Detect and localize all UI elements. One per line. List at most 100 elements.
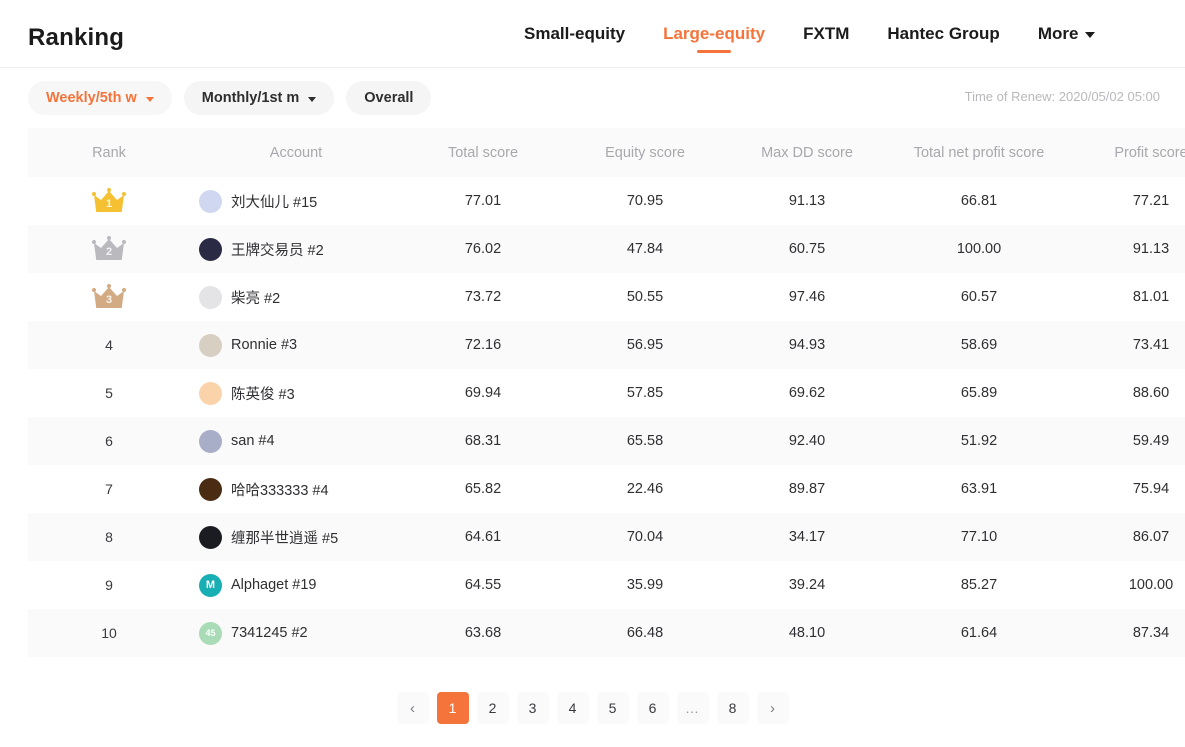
column-header-profit-score[interactable]: Profit score bbox=[1070, 128, 1185, 177]
total-net-profit-score-cell: 63.91 bbox=[960, 481, 998, 497]
nav-tab-small-equity[interactable]: Small-equity bbox=[505, 0, 644, 68]
nav-tab-fxtm[interactable]: FXTM bbox=[784, 0, 868, 68]
profit-score-cell: 81.01 bbox=[1132, 289, 1170, 305]
table-row[interactable]: 6 san #4 68.31 65.58 92.40 51.92 59.49 bbox=[28, 417, 1185, 465]
max-dd-score-cell: 39.24 bbox=[788, 577, 826, 593]
rank-number: 5 bbox=[105, 384, 113, 401]
account-name: 缠那半世逍遥 #5 bbox=[231, 530, 339, 547]
nav-tab-hantec-group[interactable]: Hantec Group bbox=[868, 0, 1018, 68]
column-header-total-score[interactable]: Total score bbox=[402, 128, 564, 177]
rank-number: 8 bbox=[105, 528, 113, 545]
account-cell[interactable]: 哈哈333333 #4 bbox=[190, 465, 402, 513]
table-row[interactable]: 2 王牌交易员 #2 76.02 47.84 60.75 100.00 91.13 bbox=[28, 225, 1185, 273]
table-row[interactable]: 4 Ronnie #3 72.16 56.95 94.93 58.69 73.41 bbox=[28, 321, 1185, 369]
column-header-equity-score[interactable]: Equity score bbox=[564, 128, 726, 177]
equity-score-cell: 50.55 bbox=[626, 289, 664, 305]
account-name: 柴亮 #2 bbox=[231, 290, 281, 307]
ranking-page: Ranking Small-equity Large-equity FXTM Hant… bbox=[0, 0, 1185, 747]
avatar bbox=[199, 429, 222, 453]
filter-chip-label: Overall bbox=[364, 90, 414, 106]
equity-score-cell: 70.04 bbox=[626, 529, 664, 545]
profit-score-cell: 87.34 bbox=[1132, 625, 1170, 641]
column-header-account[interactable]: Account bbox=[190, 128, 402, 177]
rank-cell: 8 bbox=[28, 513, 190, 561]
profit-score-cell: 77.21 bbox=[1132, 193, 1170, 209]
account-name: Ronnie #3 bbox=[231, 337, 298, 353]
pagination-page-1[interactable]: 1 bbox=[436, 692, 469, 724]
account-wrapper: 陈英俊 #3 bbox=[191, 381, 401, 405]
column-header-total-net-profit-score[interactable]: Total net profit score bbox=[888, 128, 1070, 177]
ranking-table-container: Rank Account Total score Equity score Max DD… bbox=[28, 128, 1185, 657]
active-tab-underline bbox=[697, 50, 732, 53]
pagination-page-6[interactable]: 6 bbox=[636, 692, 669, 724]
account-name: 7341245 #2 bbox=[231, 625, 308, 641]
table-row[interactable]: 7 哈哈333333 #4 65.82 22.46 89.87 63.91 75.94 bbox=[28, 465, 1185, 513]
pagination-ellipsis: … bbox=[676, 692, 709, 724]
page-title: Ranking bbox=[28, 24, 125, 51]
account-wrapper: Ronnie #3 bbox=[191, 333, 401, 357]
pagination-page-3[interactable]: 3 bbox=[516, 692, 549, 724]
filter-chip-monthly-1st-m[interactable]: Monthly/1st m bbox=[183, 81, 335, 115]
account-wrapper: 柴亮 #2 bbox=[191, 285, 401, 309]
account-cell[interactable]: M Alphaget #19 bbox=[190, 561, 402, 609]
nav-tab-label: FXTM bbox=[803, 24, 850, 43]
avatar bbox=[199, 525, 222, 549]
table-row[interactable]: 5 陈英俊 #3 69.94 57.85 69.62 65.89 88.60 bbox=[28, 369, 1185, 417]
account-cell[interactable]: 柴亮 #2 bbox=[190, 273, 402, 321]
total-net-profit-score-cell: 51.92 bbox=[960, 433, 998, 449]
rank-number: 9 bbox=[105, 576, 113, 593]
column-header-max-dd-score[interactable]: Max DD score bbox=[726, 128, 888, 177]
rank-number: 4 bbox=[105, 336, 113, 353]
pagination-page-2[interactable]: 2 bbox=[476, 692, 509, 724]
profit-score-cell: 88.60 bbox=[1132, 385, 1170, 401]
pagination-page-4[interactable]: 4 bbox=[556, 692, 589, 724]
table-row[interactable]: 1 刘大仙儿 #15 77.01 70.95 91.13 66.81 77.21 bbox=[28, 177, 1185, 225]
rank-number: 10 bbox=[101, 624, 117, 641]
pagination-page-8[interactable]: 8 bbox=[716, 692, 749, 724]
rank-cell: 1 bbox=[28, 177, 190, 225]
max-dd-score-cell: 48.10 bbox=[788, 625, 826, 641]
table-row[interactable]: 3 柴亮 #2 73.72 50.55 97.46 60.57 81.01 bbox=[28, 273, 1185, 321]
equity-score-cell: 66.48 bbox=[626, 625, 664, 641]
nav-tab-more[interactable]: More bbox=[1019, 0, 1115, 68]
account-cell[interactable]: 王牌交易员 #2 bbox=[190, 225, 402, 273]
total-score-cell: 68.31 bbox=[464, 433, 502, 449]
filter-chip-overall[interactable]: Overall bbox=[346, 81, 432, 115]
table-row[interactable]: 9 M Alphaget #19 64.55 35.99 39.24 85.27 100.00 bbox=[28, 561, 1185, 609]
max-dd-score-cell: 94.93 bbox=[788, 337, 826, 353]
account-cell[interactable]: 刘大仙儿 #15 bbox=[190, 177, 402, 225]
total-net-profit-score-cell: 100.00 bbox=[956, 241, 1002, 257]
app-header: Ranking Small-equity Large-equity FXTM Hant… bbox=[0, 0, 1185, 68]
rank-cell: 2 bbox=[28, 225, 190, 273]
nav-tab-large-equity[interactable]: Large-equity bbox=[644, 0, 784, 68]
account-cell[interactable]: Ronnie #3 bbox=[190, 321, 402, 369]
nav-tab-label: Small-equity bbox=[524, 24, 626, 43]
rank-cell: 4 bbox=[28, 321, 190, 369]
total-score-cell: 64.61 bbox=[464, 529, 502, 545]
max-dd-score-cell: 89.87 bbox=[788, 481, 826, 497]
rank-number: 2 bbox=[105, 246, 113, 258]
pagination-next-button[interactable]: › bbox=[756, 692, 789, 724]
total-score-cell: 64.55 bbox=[464, 577, 502, 593]
account-name: Alphaget #19 bbox=[231, 577, 317, 593]
table-row[interactable]: 8 缠那半世逍遥 #5 64.61 70.04 34.17 77.10 86.07 bbox=[28, 513, 1185, 561]
avatar bbox=[199, 381, 222, 405]
account-cell[interactable]: 45 7341245 #2 bbox=[190, 609, 402, 657]
account-cell[interactable]: 缠那半世逍遥 #5 bbox=[190, 513, 402, 561]
account-cell[interactable]: san #4 bbox=[190, 417, 402, 465]
total-net-profit-score-cell: 60.57 bbox=[960, 289, 998, 305]
pagination-prev-button[interactable]: ‹ bbox=[396, 692, 429, 724]
account-cell[interactable]: 陈英俊 #3 bbox=[190, 369, 402, 417]
pagination-page-5[interactable]: 5 bbox=[596, 692, 629, 724]
account-wrapper: san #4 bbox=[191, 429, 401, 453]
equity-score-cell: 47.84 bbox=[626, 241, 664, 257]
filter-chip-weekly-5th-w[interactable]: Weekly/5th w bbox=[28, 81, 172, 115]
total-net-profit-score-cell: 85.27 bbox=[960, 577, 998, 593]
total-score-cell: 65.82 bbox=[464, 481, 502, 497]
equity-score-cell: 70.95 bbox=[626, 193, 664, 209]
max-dd-score-cell: 69.62 bbox=[788, 385, 826, 401]
column-header-rank[interactable]: Rank bbox=[28, 128, 190, 177]
table-row[interactable]: 10 45 7341245 #2 63.68 66.48 48.10 61.64 87.34 bbox=[28, 609, 1185, 657]
crown-medal-icon: 1 bbox=[92, 188, 126, 214]
account-name: 陈英俊 #3 bbox=[231, 386, 295, 403]
